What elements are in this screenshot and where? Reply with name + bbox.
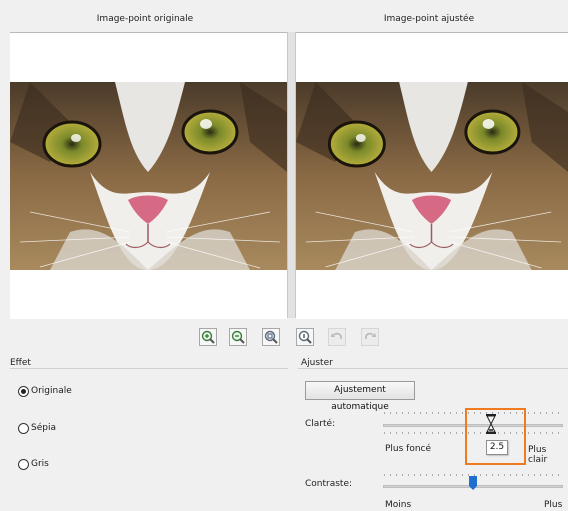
contrast-slider-thumb[interactable] bbox=[469, 476, 477, 490]
zoom-in-icon bbox=[201, 330, 215, 344]
effect-section-title: Effet bbox=[10, 358, 31, 368]
brightness-highlight-box bbox=[465, 408, 526, 465]
zoom-fit-button[interactable] bbox=[262, 328, 280, 346]
slider-thumb-icon bbox=[469, 476, 477, 490]
contrast-label: Contraste: bbox=[305, 479, 353, 489]
undo-button[interactable] bbox=[328, 328, 346, 346]
brightness-min-label: Plus foncé bbox=[385, 444, 432, 454]
radio-originale-label: Originale bbox=[31, 386, 72, 396]
brightness-value-tooltip: 2.5 bbox=[486, 440, 508, 455]
radio-sepia[interactable] bbox=[18, 422, 29, 434]
effect-option-gris[interactable]: Gris bbox=[18, 457, 49, 471]
radio-originale[interactable] bbox=[18, 385, 29, 397]
original-panel-title: Image-point originale bbox=[96, 14, 194, 24]
zoom-in-button[interactable] bbox=[199, 328, 217, 346]
zoom-fit-icon bbox=[264, 330, 278, 344]
adjusted-image bbox=[296, 82, 568, 270]
zoom-out-icon bbox=[231, 330, 245, 344]
contrast-min-label: Moins bbox=[385, 500, 412, 510]
radio-gris[interactable] bbox=[18, 458, 29, 470]
effect-option-originale[interactable]: Originale bbox=[18, 384, 72, 398]
brightness-max-label: Plus clair bbox=[528, 445, 548, 465]
undo-icon bbox=[331, 332, 342, 340]
redo-button[interactable] bbox=[361, 328, 379, 346]
radio-gris-label: Gris bbox=[31, 459, 49, 469]
radio-sepia-label: Sépia bbox=[31, 423, 56, 433]
zoom-actual-size-button[interactable] bbox=[296, 328, 314, 346]
adjusted-panel-title: Image-point ajustée bbox=[383, 14, 475, 24]
panel-splitter[interactable] bbox=[287, 32, 296, 318]
auto-adjust-button[interactable]: Ajustement automatique bbox=[305, 381, 415, 412]
brightness-label: Clarté: bbox=[305, 419, 336, 429]
original-image bbox=[10, 82, 287, 270]
contrast-max-label: Plus bbox=[544, 500, 563, 510]
redo-icon bbox=[365, 332, 376, 340]
effect-option-sepia[interactable]: Sépia bbox=[18, 421, 56, 435]
zoom-actual-icon bbox=[298, 330, 312, 344]
adjust-section-title: Ajuster bbox=[301, 358, 333, 368]
zoom-out-button[interactable] bbox=[229, 328, 247, 346]
